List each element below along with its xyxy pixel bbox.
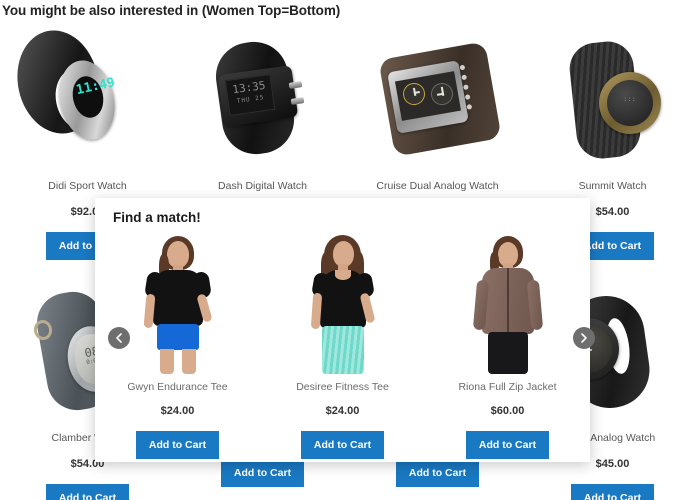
carousel-slide-riona-full-zip-jacket[interactable]: Riona Full Zip Jacket $60.00 Add to Cart	[425, 232, 590, 459]
product-price: $24.00	[160, 405, 195, 417]
product-name[interactable]: Desiree Fitness Tee	[296, 381, 389, 393]
watch-crown-button	[290, 97, 304, 105]
carousel-slide-desiree-fitness-tee[interactable]: Desiree Fitness Tee $24.00 Add to Cart	[260, 232, 425, 459]
watch-crown-button	[288, 81, 302, 89]
product-price: $24.00	[325, 405, 360, 417]
add-to-cart-button[interactable]: Add to Cart	[45, 484, 130, 500]
watch-lcd-readout: 13:35 THU 25	[224, 73, 275, 117]
product-name[interactable]: Cruise Dual Analog Watch	[376, 180, 498, 193]
find-a-match-modal: Find a match! Gwyn Endurance Tee $24.00 …	[95, 198, 590, 462]
summit-watch-image[interactable]: :::	[538, 26, 688, 174]
product-name[interactable]: Didi Sport Watch	[48, 180, 126, 193]
watch-face: :::	[606, 80, 653, 126]
add-to-cart-button[interactable]: Add to Cart	[395, 459, 480, 487]
add-to-cart-button[interactable]: Add to Cart	[465, 431, 550, 459]
add-to-cart-button[interactable]: Add to Cart	[220, 459, 305, 487]
gwyn-endurance-tee-image[interactable]	[125, 232, 230, 374]
product-price: $60.00	[490, 405, 525, 417]
add-to-cart-button[interactable]: Add to Cart	[135, 431, 220, 459]
desiree-fitness-tee-image[interactable]	[290, 232, 395, 374]
page-root: You might be also interested in (Women T…	[0, 0, 700, 500]
product-name[interactable]: Dash Digital Watch	[218, 180, 307, 193]
didi-sport-watch-image[interactable]: 11:49	[12, 26, 163, 174]
cruise-dual-analog-watch-image[interactable]	[363, 26, 513, 174]
product-carousel: Gwyn Endurance Tee $24.00 Add to Cart De…	[95, 232, 590, 459]
add-to-cart-button[interactable]: Add to Cart	[570, 484, 655, 500]
chevron-right-icon[interactable]	[573, 327, 595, 349]
page-title: You might be also interested in (Women T…	[2, 3, 341, 18]
dash-digital-watch-image[interactable]: 13:35 THU 25	[188, 26, 338, 174]
chevron-left-icon[interactable]	[108, 327, 130, 349]
add-to-cart-button[interactable]: Add to Cart	[300, 431, 385, 459]
product-name[interactable]: Summit Watch	[579, 180, 647, 193]
product-name[interactable]: Gwyn Endurance Tee	[127, 381, 227, 393]
modal-title: Find a match!	[113, 210, 201, 225]
product-price: $45.00	[595, 458, 630, 470]
riona-full-zip-jacket-image[interactable]	[455, 232, 560, 374]
product-price: $54.00	[595, 206, 630, 218]
product-name[interactable]: Riona Full Zip Jacket	[458, 381, 556, 393]
